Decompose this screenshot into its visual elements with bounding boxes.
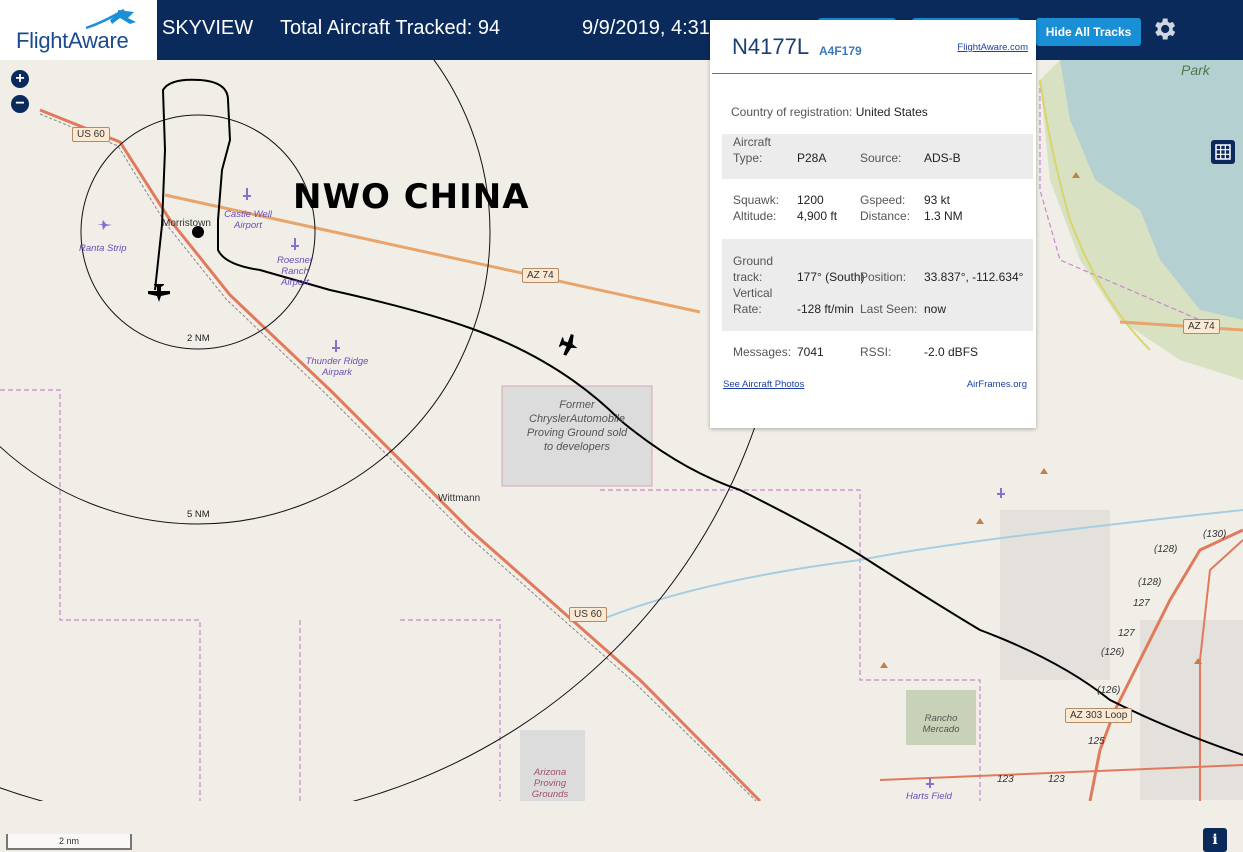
place-label: Morristown: [162, 218, 211, 229]
boundary-line: [600, 489, 981, 801]
aircraft-hex: A4F179: [819, 44, 862, 58]
ground-track-value: 177° (South): [797, 270, 865, 284]
grid-icon: [1215, 144, 1231, 160]
road-shield: AZ 74: [522, 268, 559, 283]
squawk-label: Squawk:: [733, 193, 780, 207]
road-number: 123: [1048, 774, 1065, 785]
gear-icon[interactable]: [1150, 14, 1178, 44]
place-label: Wittmann: [438, 493, 481, 504]
aircraft-count: Total Aircraft Tracked: 94: [280, 17, 501, 39]
source-label: Source:: [860, 151, 902, 165]
road-number: (126): [1097, 685, 1121, 696]
squawk-value: 1200: [797, 193, 824, 207]
position-label: Position:: [860, 270, 907, 284]
aircraft-icon: [148, 284, 170, 302]
town-area: [1140, 620, 1243, 800]
app-name: SKYVIEW: [162, 17, 254, 39]
rssi-value: -2.0 dBFS: [924, 345, 979, 359]
country-label: Country of registration:: [731, 105, 853, 119]
airport-label: Roesner Ranch Airport: [277, 255, 313, 288]
gspeed-value: 93 kt: [924, 193, 951, 207]
road-shield: US 60: [569, 607, 607, 622]
aircraft-info-popup: N4177L A4F179 FlightAware.com Country of…: [710, 20, 1036, 428]
landmark-label: Former ChryslerAutomobile Proving Ground…: [526, 399, 628, 453]
flightaware-logo[interactable]: FlightAware: [0, 0, 157, 60]
scale-bar: 2 nm: [6, 834, 132, 850]
position-value: 33.837°, -112.634°: [924, 270, 1024, 284]
messages-label: Messages:: [733, 345, 792, 359]
vertical-rate-label: Vertical Rate:: [733, 286, 773, 316]
airframes-link[interactable]: AirFrames.org: [967, 379, 1027, 390]
distance-label: Distance:: [860, 209, 911, 223]
airport-label: Thunder Ridge Airpark: [305, 356, 369, 378]
road-shield: AZ 303 Loop: [1065, 708, 1133, 723]
info-row: Ground track: 177° (South) Position: 33.…: [722, 239, 1033, 331]
boundary-line: [0, 389, 201, 801]
road-number: 125: [1088, 736, 1105, 747]
aircraft-photos-link[interactable]: See Aircraft Photos: [723, 379, 804, 390]
info-button[interactable]: i: [1203, 828, 1227, 852]
road-shield: AZ 74: [1183, 319, 1220, 334]
top-header-bar: FlightAware SKYVIEW Total Aircraft Track…: [0, 0, 1243, 60]
range-ring-outer: [0, 60, 789, 801]
popup-divider: [712, 73, 1032, 74]
zoom-in-button[interactable]: +: [11, 70, 29, 88]
messages-value: 7041: [797, 345, 824, 359]
country-value: United States: [855, 105, 928, 119]
road-number: 127: [1118, 628, 1135, 639]
map-view[interactable]: NWO CHINA Morristown Wittmann Ranta Stri…: [0, 60, 1243, 852]
hide-all-tracks-button[interactable]: Hide All Tracks: [1036, 18, 1141, 46]
overlay-text: NWO CHINA: [293, 177, 530, 217]
road-shield: US 60: [72, 127, 110, 142]
road-number: 123: [997, 774, 1014, 785]
aircraft-icon: [558, 333, 578, 356]
landmark-label: Rancho Mercado: [922, 713, 960, 735]
landmark-label: Park: [1181, 62, 1210, 78]
ground-track-label: Ground track:: [733, 254, 774, 284]
rssi-label: RSSI:: [860, 345, 892, 359]
distance-value: 1.3 NM: [924, 209, 963, 223]
road-number: 127: [1133, 598, 1150, 609]
road-number: (126): [1101, 647, 1125, 658]
vertical-rate-value: -128 ft/min: [797, 302, 854, 316]
airport-label: Harts Field: [906, 791, 952, 802]
altitude-value: 4,900 ft: [797, 209, 838, 223]
country-row: Country of registration: United States: [731, 105, 928, 119]
range-ring-label: 2 NM: [187, 333, 210, 344]
airport-label: Castle Well Airport: [224, 209, 272, 231]
info-row: Aircraft Type: P28A Source: ADS-B: [722, 134, 1033, 179]
landmark-label: Arizona Proving Grounds: [531, 767, 569, 800]
zoom-out-button[interactable]: −: [11, 95, 29, 113]
road-number: (128): [1154, 544, 1178, 555]
info-row: Messages: 7041 RSSI: -2.0 dBFS: [722, 344, 1033, 364]
datetime: 9/9/2019, 4:31: [582, 17, 710, 39]
road-number: (128): [1138, 577, 1162, 588]
aircraft-type-label: Aircraft Type:: [733, 135, 772, 165]
logo-text: FlightAware: [16, 28, 129, 53]
flightaware-link[interactable]: FlightAware.com: [957, 42, 1028, 53]
road-number: (130): [1203, 529, 1227, 540]
last-seen-label: Last Seen:: [860, 302, 918, 316]
aircraft-type-value: P28A: [797, 151, 827, 165]
aircraft-callsign: N4177L: [732, 34, 810, 59]
range-ring-label: 5 NM: [187, 509, 210, 520]
altitude-label: Altitude:: [733, 209, 777, 223]
gspeed-label: Gspeed:: [860, 193, 906, 207]
airport-label: Ranta Strip: [79, 243, 127, 254]
layers-button[interactable]: [1211, 140, 1235, 164]
info-row: Squawk: 1200 Gspeed: 93 kt Altitude: 4,9…: [722, 192, 1033, 232]
boundary-line: [299, 619, 501, 801]
last-seen-value: now: [924, 302, 947, 316]
source-value: ADS-B: [924, 151, 961, 165]
